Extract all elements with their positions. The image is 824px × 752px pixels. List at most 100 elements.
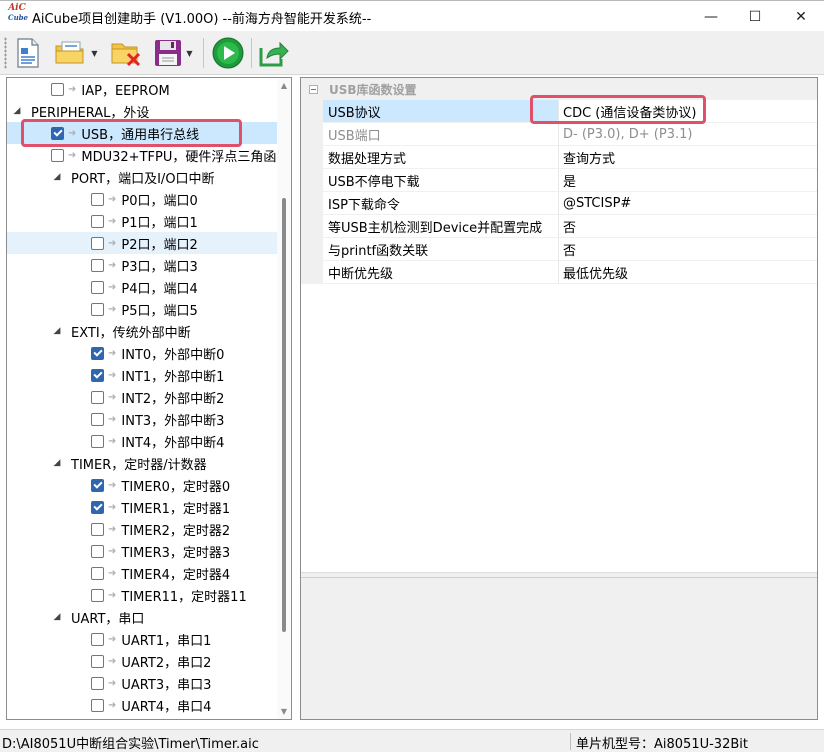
tree-scrollbar[interactable]: ▲ ▼ [277, 78, 291, 719]
tree-item[interactable]: ➜ UART2，串口2 [7, 650, 277, 672]
tree-item[interactable]: ◢ EXTI，传统外部中断 [7, 320, 277, 342]
tree-item[interactable]: ➜ TIMER4，定时器4 [7, 562, 277, 584]
property-value[interactable]: 查询方式 [559, 146, 817, 168]
tree-item[interactable]: ➜ P0口，端口0 [7, 188, 277, 210]
tree-item[interactable]: ➜ TIMER1，定时器1 [7, 496, 277, 518]
tree-item[interactable]: ➜ UART3，串口3 [7, 672, 277, 694]
tree-item[interactable]: ➜ TIMER2，定时器2 [7, 518, 277, 540]
property-name[interactable]: 等USB主机检测到Device并配置完成 [323, 215, 559, 237]
property-row[interactable]: 等USB主机检测到Device并配置完成否 [301, 215, 817, 238]
property-value[interactable]: CDC (通信设备类协议) [559, 100, 817, 122]
property-value[interactable]: 最低优先级 [559, 261, 817, 283]
tree-item[interactable]: ➜ INT0，外部中断0 [7, 342, 277, 364]
property-value[interactable]: 是 [559, 169, 817, 191]
property-value[interactable]: 否 [559, 215, 817, 237]
tree-expander-icon[interactable]: ◢ [51, 458, 63, 468]
property-name[interactable]: USB端口 [323, 123, 559, 145]
tree-item-checkbox[interactable] [91, 346, 104, 360]
tree-item-checkbox[interactable] [91, 390, 104, 404]
tree-item[interactable]: ➜ INT4，外部中断4 [7, 430, 277, 452]
export-button[interactable] [256, 36, 292, 70]
tree-item[interactable]: ◢ PORT，端口及I/O口中断 [7, 166, 277, 188]
property-name[interactable]: USB协议 [323, 100, 559, 122]
property-row[interactable]: 中断优先级 最低优先级 [301, 261, 817, 284]
close-project-button[interactable] [108, 36, 144, 70]
tree-item[interactable]: ➜ P2口，端口2 [7, 232, 277, 254]
toolbar-grip[interactable] [4, 37, 7, 69]
tree-item-checkbox[interactable] [91, 522, 104, 536]
tree-item-checkbox[interactable] [91, 412, 104, 426]
tree-item-checkbox[interactable] [51, 126, 64, 140]
open-project-button[interactable]: ▼ [52, 36, 100, 70]
tree-item-checkbox[interactable] [51, 148, 64, 162]
tree-item[interactable]: ➜ P5口，端口5 [7, 298, 277, 320]
tree-item[interactable]: ➜ TIMER3，定时器3 [7, 540, 277, 562]
scrollbar-thumb[interactable] [282, 198, 286, 632]
property-name[interactable]: USB不停电下载 [323, 169, 559, 191]
chevron-down-icon[interactable]: ▼ [186, 49, 192, 58]
tree-item-checkbox[interactable] [91, 434, 104, 448]
property-row[interactable]: ISP下载命令 @STCISP# [301, 192, 817, 215]
tree-item-checkbox[interactable] [51, 82, 64, 96]
property-row[interactable]: 数据处理方式 查询方式 [301, 146, 817, 169]
property-value[interactable]: @STCISP# [559, 192, 817, 214]
tree-item-checkbox[interactable] [91, 302, 104, 316]
property-row[interactable]: 与printf函数关联否 [301, 238, 817, 261]
peripheral-tree[interactable]: ➜ IAP，EEPROM ◢ PERIPHERAL，外设 ➜ USB，通用串行总线 ➜ MDU… [6, 77, 292, 720]
tree-item-checkbox[interactable] [91, 654, 104, 668]
tree-item[interactable]: ➜ TIMER11，定时器11 [7, 584, 277, 606]
property-name[interactable]: 中断优先级 [323, 261, 559, 283]
tree-item-checkbox[interactable] [91, 368, 104, 382]
tree-item-checkbox[interactable] [91, 676, 104, 690]
property-name[interactable]: ISP下载命令 [323, 192, 559, 214]
tree-item-checkbox[interactable] [91, 500, 104, 514]
tree-item[interactable]: ➜ INT3，外部中断3 [7, 408, 277, 430]
chevron-down-icon[interactable]: ▼ [91, 49, 97, 58]
close-button[interactable]: ✕ [778, 1, 824, 32]
tree-item[interactable]: ◢ PERIPHERAL，外设 [7, 100, 277, 122]
property-name[interactable]: 数据处理方式 [323, 146, 559, 168]
scroll-up-icon[interactable]: ▲ [279, 81, 289, 90]
tree-item-checkbox[interactable] [91, 236, 104, 250]
tree-item[interactable]: ➜ INT2，外部中断2 [7, 386, 277, 408]
property-row[interactable]: USB不停电下载是 [301, 169, 817, 192]
property-category[interactable]: USB库函数设置 [301, 78, 817, 100]
tree-item[interactable]: ➜ UART4，串口4 [7, 694, 277, 716]
tree-item[interactable]: ➜ P1口，端口1 [7, 210, 277, 232]
tree-item-checkbox[interactable] [91, 192, 104, 206]
tree-item[interactable]: ➜ TIMER0，定时器0 [7, 474, 277, 496]
tree-item[interactable]: ➜ INT1，外部中断1 [7, 364, 277, 386]
tree-item[interactable]: ➜ USB，通用串行总线 [7, 122, 277, 144]
tree-expander-icon[interactable]: ◢ [51, 612, 63, 622]
build-run-button[interactable] [210, 36, 246, 70]
tree-item-checkbox[interactable] [91, 566, 104, 580]
tree-expander-icon[interactable]: ◢ [51, 172, 63, 182]
tree-item[interactable]: ◢ TIMER，定时器/计数器 [7, 452, 277, 474]
new-project-button[interactable] [12, 36, 44, 70]
tree-expander-icon[interactable]: ◢ [11, 106, 23, 116]
tree-item-checkbox[interactable] [91, 258, 104, 272]
tree-item-checkbox[interactable] [91, 478, 104, 492]
tree-item-checkbox[interactable] [91, 280, 104, 294]
collapse-icon[interactable] [309, 84, 318, 94]
minimize-button[interactable]: — [688, 1, 734, 32]
tree-item-checkbox[interactable] [91, 698, 104, 712]
scroll-down-icon[interactable]: ▼ [279, 707, 289, 716]
maximize-button[interactable]: ☐ [732, 1, 778, 32]
tree-item[interactable]: ➜ P3口，端口3 [7, 254, 277, 276]
property-row[interactable]: USB端口 D- (P3.0), D+ (P3.1) [301, 123, 817, 146]
save-project-button[interactable]: ▼ [148, 36, 198, 70]
tree-item[interactable]: ➜ UART1，串口1 [7, 628, 277, 650]
property-row[interactable]: USB协议 CDC (通信设备类协议) [301, 100, 817, 123]
tree-item[interactable]: ➜ IAP，EEPROM [7, 78, 277, 100]
tree-item-checkbox[interactable] [91, 214, 104, 228]
tree-item[interactable]: ◢ UART，串口 [7, 606, 277, 628]
property-value[interactable]: 否 [559, 238, 817, 260]
tree-item-checkbox[interactable] [91, 632, 104, 646]
tree-item-checkbox[interactable] [91, 544, 104, 558]
tree-expander-icon[interactable]: ◢ [51, 326, 63, 336]
tree-item[interactable]: ➜ MDU32+TFPU，硬件浮点三角函 [7, 144, 277, 166]
property-name[interactable]: 与printf函数关联 [323, 238, 559, 260]
tree-item-checkbox[interactable] [91, 588, 104, 602]
property-grid[interactable]: USB库函数设置 USB协议 CDC (通信设备类协议) USB端口 D- (P3.0… [301, 78, 817, 572]
